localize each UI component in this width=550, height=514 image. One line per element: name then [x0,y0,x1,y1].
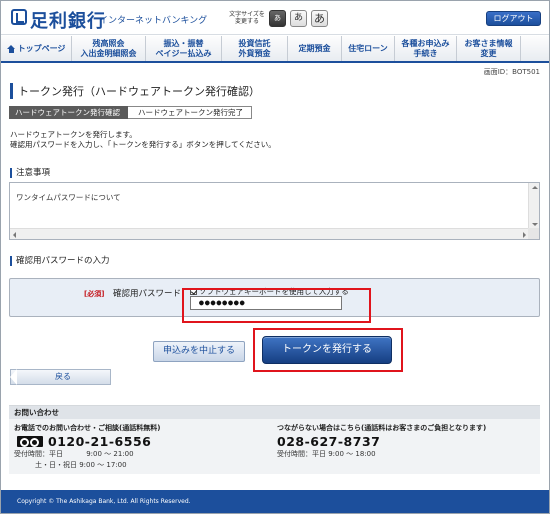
nav-item-top-page[interactable]: トップページ [1,36,72,61]
contact-free-dial-caption: お電話でのお問い合わせ・ご相談(通話料無料) [14,424,161,432]
scrollbar-corner [528,228,539,239]
home-icon [6,44,16,53]
step-next: ハードウェアトークン発行完了 [128,106,252,119]
nav-item-transfer[interactable]: 振込・振替 ペイジー払込み [146,36,222,61]
instructions: ハードウェアトークンを発行します。 確認用パスワードを入力し、「トークンを発行す… [10,130,276,150]
font-size-medium-button[interactable]: あ [290,10,307,27]
contact-heading: お問い合わせ [9,406,540,419]
step-indicator: ハードウェアトークン発行確認 ハードウェアトークン発行完了 [9,106,252,119]
nav-item-applications[interactable]: 各種お申込み 手続き [395,36,457,61]
highlight-password-input [182,288,371,323]
notice-heading: 注意事項 [10,168,50,178]
font-size-small-button[interactable]: あ [269,10,286,27]
instructions-line-2: 確認用パスワードを入力し、「トークンを発行する」ボタンを押してください。 [10,140,276,149]
highlight-issue-button [253,328,403,372]
nav-item-housing-loan[interactable]: 住宅ローン [342,36,395,61]
paid-phone-number[interactable]: 028-627-8737 [277,434,380,449]
notice-box[interactable]: ワンタイムパスワードについて [9,182,540,240]
scroll-right-icon[interactable] [523,232,526,238]
footer-copyright: Copyright © The Ashikaga Bank, Ltd. All … [1,490,549,513]
nav-item-label: トップページ [17,43,66,53]
bank-name: 足利銀行 [30,11,106,32]
scroll-up-icon[interactable] [532,186,538,189]
free-dial-number[interactable]: 0120-21-6556 [48,434,151,449]
font-size-large-button[interactable]: あ [311,10,328,27]
nav-item-customer-info[interactable]: お客さま情報 変更 [457,36,521,61]
bank-logo-icon [11,9,27,25]
instructions-line-1: ハードウェアトークンを発行します。 [10,130,137,139]
service-name: インターネットバンキング [99,16,208,26]
nav-item-time-deposit[interactable]: 定期預金 [288,36,342,61]
password-section-heading: 確認用パスワードの入力 [10,256,110,266]
step-current: ハードウェアトークン発行確認 [9,106,134,119]
scroll-down-icon[interactable] [532,223,538,226]
scroll-left-icon[interactable] [13,232,16,238]
paid-phone-hours: 受付時間：平日 9:00 ～ 18:00 [277,450,376,458]
required-badge: [必須] [84,290,105,298]
screen-id: 画面ID：BOT501 [483,68,540,76]
free-dial-hours-weekday: 受付時間：平日 9:00 ～ 21:00 [14,450,134,458]
free-dial-hours-weekend: 土・日・祝日 9:00 ～ 17:00 [14,461,127,469]
global-nav: トップページ 残高照会 入出金明細照会 振込・振替 ペイジー払込み 投資信託 外… [1,36,549,63]
vertical-scrollbar[interactable] [528,183,539,229]
cancel-application-button[interactable]: 申込みを中止する [153,341,245,362]
font-size-label: 文字サイズを 変更する [229,11,265,25]
free-dial-icon [17,436,43,447]
nav-item-investment[interactable]: 投資信託 外貨預金 [222,36,288,61]
notice-text: ワンタイムパスワードについて [16,193,121,202]
contact-paid-caption: つながらない場合はこちら(通話料はお客さまのご負担となります) [277,424,487,432]
contact-section: お問い合わせ お電話でのお問い合わせ・ご相談(通話料無料) 0120-21-65… [9,405,540,474]
page-title: トークン発行（ハードウェアトークン発行確認） [10,83,260,99]
back-button[interactable]: 戻る [10,369,111,385]
password-label: 確認用パスワード [113,289,182,299]
header: 足利銀行 インターネットバンキング 文字サイズを 変更する あ あ あ ログアウ… [1,1,549,35]
horizontal-scrollbar[interactable] [10,228,529,239]
nav-item-balance[interactable]: 残高照会 入出金明細照会 [72,36,146,61]
logout-button[interactable]: ログアウト [486,11,541,26]
